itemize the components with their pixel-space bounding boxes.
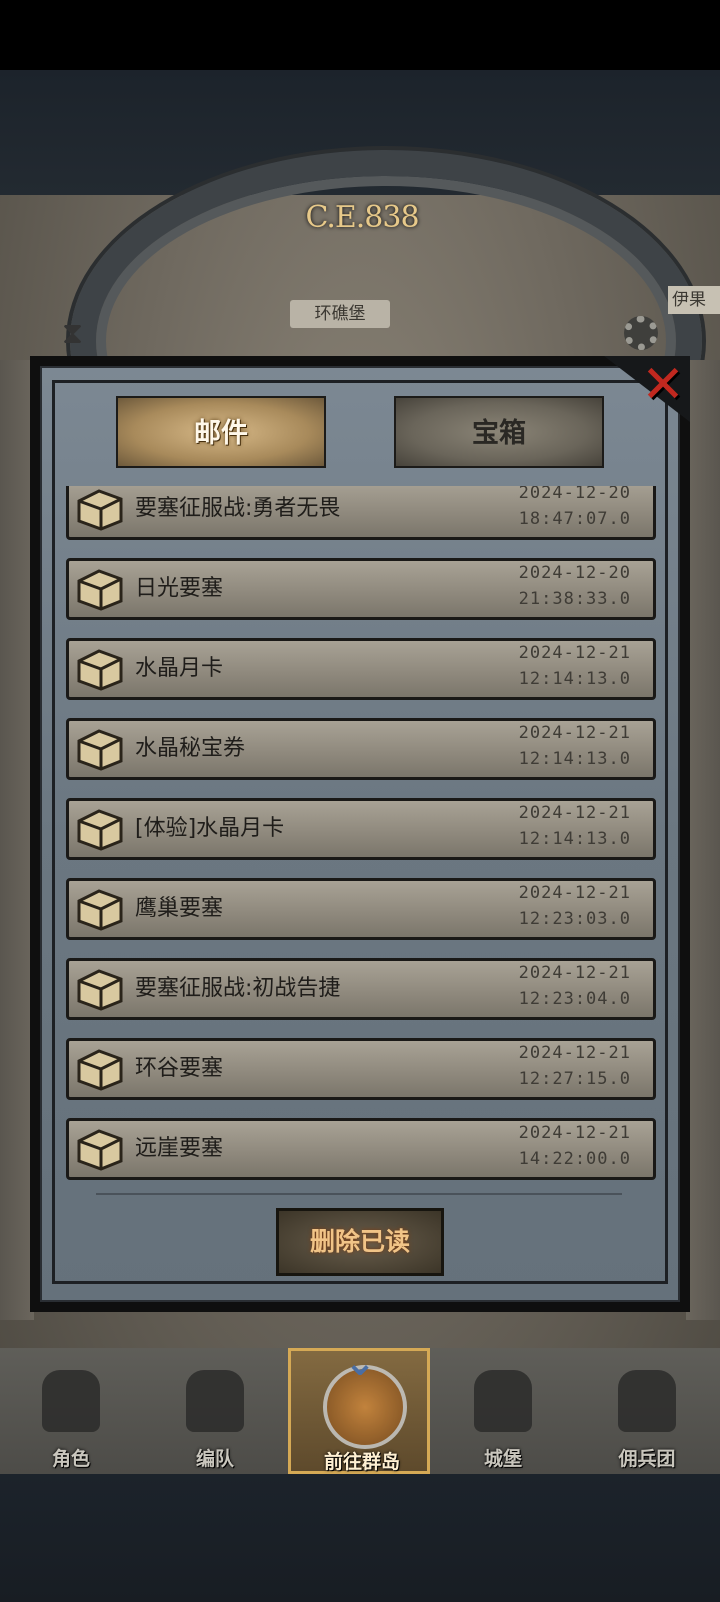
mail-title: 要塞征服战:初战告捷 xyxy=(135,976,341,1001)
chest-icon xyxy=(77,889,123,931)
settings-gear-icon[interactable] xyxy=(624,316,658,350)
mail-title: 环谷要塞 xyxy=(135,1056,224,1081)
mail-time: 12:23:04.0 xyxy=(518,989,631,1009)
map-left-edge xyxy=(0,360,34,1320)
nav-item-role[interactable]: 角色 xyxy=(0,1348,142,1474)
mail-time: 14:22:00.0 xyxy=(518,1149,631,1169)
chest-icon xyxy=(77,729,123,771)
mail-title: 远崖要塞 xyxy=(135,1136,224,1161)
era-label: C.E.838 xyxy=(305,200,419,235)
mail-item[interactable]: 日光要塞 2024-12-20 21:38:33.0 xyxy=(66,558,656,620)
chest-icon xyxy=(77,569,123,611)
nav-label: 角色 xyxy=(51,1448,90,1470)
mail-date: 2024-12-21 xyxy=(518,1123,631,1143)
hourglass-icon: ⧗ xyxy=(62,316,84,351)
mail-time: 12:27:15.0 xyxy=(518,1069,631,1089)
mail-date: 2024-12-21 xyxy=(518,643,631,663)
chest-icon xyxy=(77,809,123,851)
mail-time: 12:23:03.0 xyxy=(518,909,631,929)
mail-item[interactable]: 要塞征服战:初战告捷 2024-12-21 12:23:04.0 xyxy=(66,958,656,1020)
mail-date: 2024-12-20 xyxy=(518,486,631,503)
chest-icon xyxy=(77,489,123,531)
bottom-bar xyxy=(0,1474,720,1602)
mail-title: 要塞征服战:勇者无畏 xyxy=(135,496,341,521)
mail-title: 水晶月卡 xyxy=(135,656,224,681)
mail-time: 21:38:33.0 xyxy=(518,589,631,609)
mail-item[interactable]: 水晶秘宝券 2024-12-21 12:14:13.0 xyxy=(66,718,656,780)
mail-item[interactable]: 水晶月卡 2024-12-21 12:14:13.0 xyxy=(66,638,656,700)
nav-label: 佣兵团 xyxy=(618,1448,676,1470)
chest-icon xyxy=(77,1049,123,1091)
mail-item[interactable]: 远崖要塞 2024-12-21 14:22:00.0 xyxy=(66,1118,656,1180)
mail-title: [体验]水晶月卡 xyxy=(135,816,285,841)
nav-label: 城堡 xyxy=(483,1448,522,1470)
mail-title: 鹰巢要塞 xyxy=(135,896,224,921)
chest-icon xyxy=(77,649,123,691)
mail-date: 2024-12-21 xyxy=(518,803,631,823)
delete-read-button[interactable]: 删除已读 xyxy=(276,1208,444,1276)
nav-label: 前往群岛 xyxy=(323,1451,400,1473)
mercenary-icon xyxy=(618,1370,676,1432)
mail-date: 2024-12-21 xyxy=(518,963,631,983)
mail-title: 水晶秘宝券 xyxy=(135,736,246,761)
nav-item-mercenary[interactable]: 佣兵团 xyxy=(576,1348,718,1474)
right-location-label: 伊果 xyxy=(668,286,720,314)
map-right-edge xyxy=(686,360,720,1320)
helmet-icon xyxy=(186,1370,244,1432)
chest-icon xyxy=(77,969,123,1011)
mail-list[interactable]: 要塞征服战:勇者无畏 2024-12-20 18:47:07.0 日光要塞 20… xyxy=(66,486,656,1186)
mail-item[interactable]: 环谷要塞 2024-12-21 12:27:15.0 xyxy=(66,1038,656,1100)
knight-icon xyxy=(42,1370,100,1432)
nav-label: 编队 xyxy=(195,1448,234,1470)
tab-mail[interactable]: 邮件 xyxy=(116,396,326,468)
mail-time: 12:14:13.0 xyxy=(518,669,631,689)
mail-date: 2024-12-21 xyxy=(518,723,631,743)
mail-time: 12:14:13.0 xyxy=(518,829,631,849)
list-divider xyxy=(96,1193,622,1195)
location-label: 环礁堡 xyxy=(290,300,390,328)
mail-item[interactable]: 鹰巢要塞 2024-12-21 12:23:03.0 xyxy=(66,878,656,940)
nav-item-castle[interactable]: 城堡 xyxy=(432,1348,574,1474)
mail-item[interactable]: 要塞征服战:勇者无畏 2024-12-20 18:47:07.0 xyxy=(66,486,656,540)
mail-title: 日光要塞 xyxy=(135,576,224,601)
nav-item-team[interactable]: 编队 xyxy=(144,1348,286,1474)
mail-time: 18:47:07.0 xyxy=(518,509,631,529)
chevron-down-icon: ⌄ xyxy=(344,1340,376,1384)
status-bar xyxy=(0,0,720,70)
mail-date: 2024-12-21 xyxy=(518,883,631,903)
tab-chest[interactable]: 宝箱 xyxy=(394,396,604,468)
mail-item[interactable]: [体验]水晶月卡 2024-12-21 12:14:13.0 xyxy=(66,798,656,860)
close-icon[interactable]: ✕ xyxy=(640,359,686,411)
castle-icon xyxy=(474,1370,532,1432)
mail-time: 12:14:13.0 xyxy=(518,749,631,769)
mail-date: 2024-12-21 xyxy=(518,1043,631,1063)
mail-date: 2024-12-20 xyxy=(518,563,631,583)
chest-icon xyxy=(77,1129,123,1171)
